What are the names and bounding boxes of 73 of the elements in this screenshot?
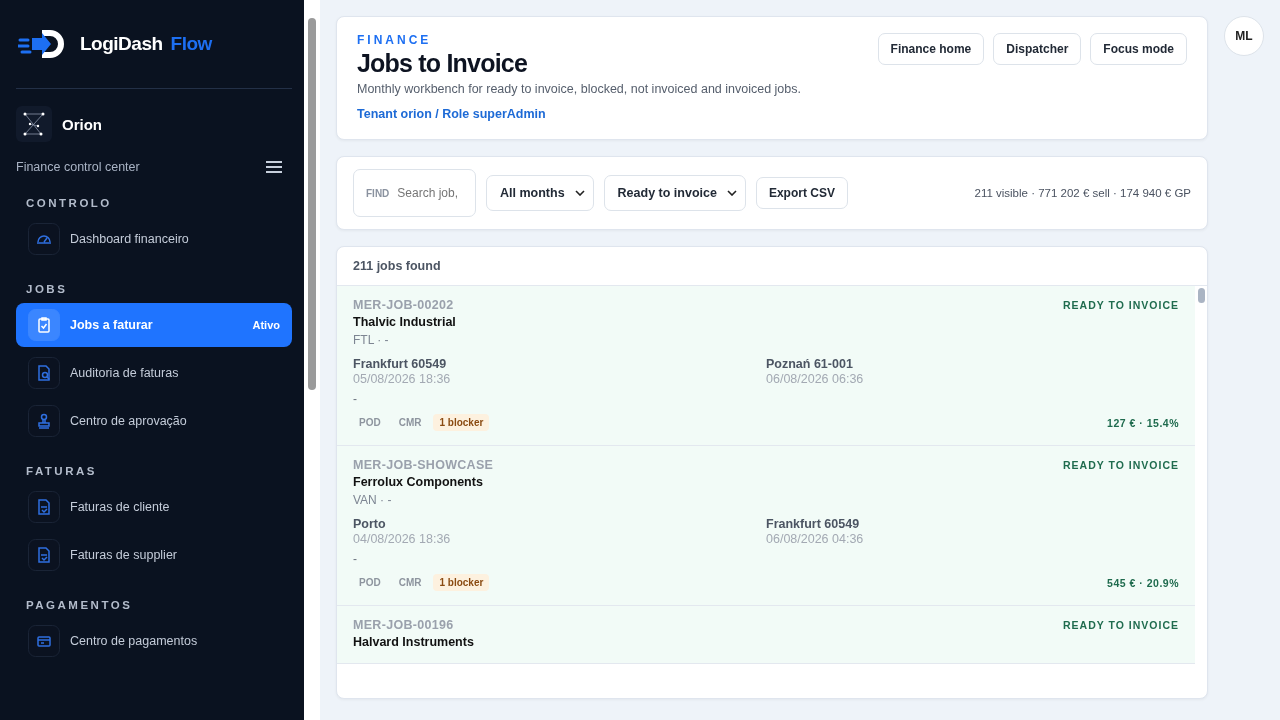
destination-place: Frankfurt 60549 [766, 517, 861, 531]
job-id: MER-JOB-00196 [353, 618, 454, 632]
document-tag: CMR [392, 574, 428, 591]
header-button[interactable]: Finance home [877, 33, 985, 65]
scrollbar[interactable] [304, 0, 320, 720]
summary-text: 211 visible · 771 202 € sell · 174 940 € GP [974, 187, 1191, 199]
nav-item[interactable]: Dashboard financeiro [16, 217, 292, 261]
origin-place: Porto [353, 517, 387, 531]
menu-icon[interactable] [266, 161, 282, 173]
user-avatar[interactable]: ML [1224, 16, 1264, 56]
eyebrow-label: FINANCE [357, 33, 433, 47]
document-tag: POD [353, 414, 387, 431]
export-button[interactable]: Export CSV [755, 177, 848, 209]
job-status: READY TO INVOICE [1063, 459, 1179, 471]
header-button[interactable]: Focus mode [1090, 33, 1187, 65]
section-heading: FATURAS [26, 465, 98, 477]
nav-item[interactable]: Centro de pagamentos [16, 619, 292, 663]
nav-item[interactable]: Faturas de supplier [16, 533, 292, 577]
context-link[interactable]: Tenant orion / Role superAdmin [357, 107, 546, 121]
job-mode: VAN · - [353, 493, 393, 507]
origin-time: 04/08/2026 18:36 [353, 532, 452, 546]
job-id: MER-JOB-00202 [353, 298, 454, 312]
job-status: READY TO INVOICE [1063, 619, 1179, 631]
brand-accent: Flow [170, 33, 212, 55]
client-name: Halvard Instruments [353, 635, 475, 649]
blocker-tag: 1 blocker [433, 574, 490, 591]
client-name: Thalvic Industrial [353, 315, 457, 329]
document-icon [28, 539, 60, 571]
job-note: - [353, 552, 358, 566]
document-icon [28, 491, 60, 523]
header-button[interactable]: Dispatcher [993, 33, 1082, 65]
job-margin: 127 € · 15.4% [1107, 416, 1179, 429]
nav-item[interactable]: Faturas de cliente [16, 485, 292, 529]
nav-item[interactable]: Jobs a faturar Ativo [16, 303, 292, 347]
document-tag: CMR [392, 414, 428, 431]
page-description: Monthly workbench for ready to invoice, blocked, not invoiced and invoiced jobs. [357, 82, 801, 96]
scrollbar-thumb[interactable] [1198, 288, 1205, 303]
origin-time: 05/08/2026 18:36 [353, 372, 452, 386]
destination-place: Poznań 61-001 [766, 357, 854, 371]
card-icon [28, 625, 60, 657]
caret-icon [574, 190, 585, 196]
origin-place: Frankfurt 60549 [353, 357, 448, 371]
brand-name: LogiDash [80, 33, 163, 55]
client-name: Ferrolux Components [353, 475, 484, 489]
destination-time: 06/08/2026 06:36 [766, 372, 865, 386]
document-tag: POD [353, 574, 387, 591]
caret-icon [726, 190, 737, 196]
job-status: READY TO INVOICE [1063, 299, 1179, 311]
job-id: MER-JOB-SHOWCASE [353, 458, 494, 472]
section-heading: JOBS [26, 283, 69, 295]
tenant-name: Orion [62, 115, 102, 133]
status-label: Ativo [252, 319, 280, 331]
constellation-icon [16, 106, 52, 142]
job-margin: 545 € · 20.9% [1107, 576, 1179, 589]
job-card[interactable]: MER-JOB-00202 READY TO INVOICE Thalvic Industrial FTL · - Frankfurt 60549 05/08/2026 18:36 Poznań 61-001 06/08/2026 06:36 - POD CMR 1 blocker 127 € · 15.4% [337, 286, 1195, 446]
job-card[interactable]: MER-JOB-00196 READY TO INVOICE Halvard Instruments [337, 606, 1195, 664]
job-card[interactable]: MER-JOB-SHOWCASE READY TO INVOICE Ferrolux Components VAN · - Porto 04/08/2026 18:36 Frankfurt 60549 06/08/2026 04:36 - POD CMR 1 blocker 545 € · 20.9% [337, 446, 1195, 606]
month-select[interactable]: All months [486, 175, 594, 211]
gauge-icon [28, 223, 60, 255]
status-select[interactable]: Ready to invoice [603, 175, 746, 211]
clipboard-icon [28, 309, 60, 341]
blocker-tag: 1 blocker [433, 414, 490, 431]
job-mode: FTL · - [353, 333, 390, 347]
sidebar-subtitle: Finance control center [16, 160, 140, 174]
nav-item[interactable]: Auditoria de faturas [16, 351, 292, 395]
nav-item[interactable]: Centro de aprovação [16, 399, 292, 443]
section-heading: PAGAMENTOS [26, 599, 134, 611]
destination-time: 06/08/2026 04:36 [766, 532, 865, 546]
document-search-icon [28, 357, 60, 389]
page-title: Jobs to Invoice [357, 49, 528, 78]
stamp-icon [28, 405, 60, 437]
section-heading: CONTROLO [26, 197, 113, 209]
job-note: - [353, 392, 358, 406]
